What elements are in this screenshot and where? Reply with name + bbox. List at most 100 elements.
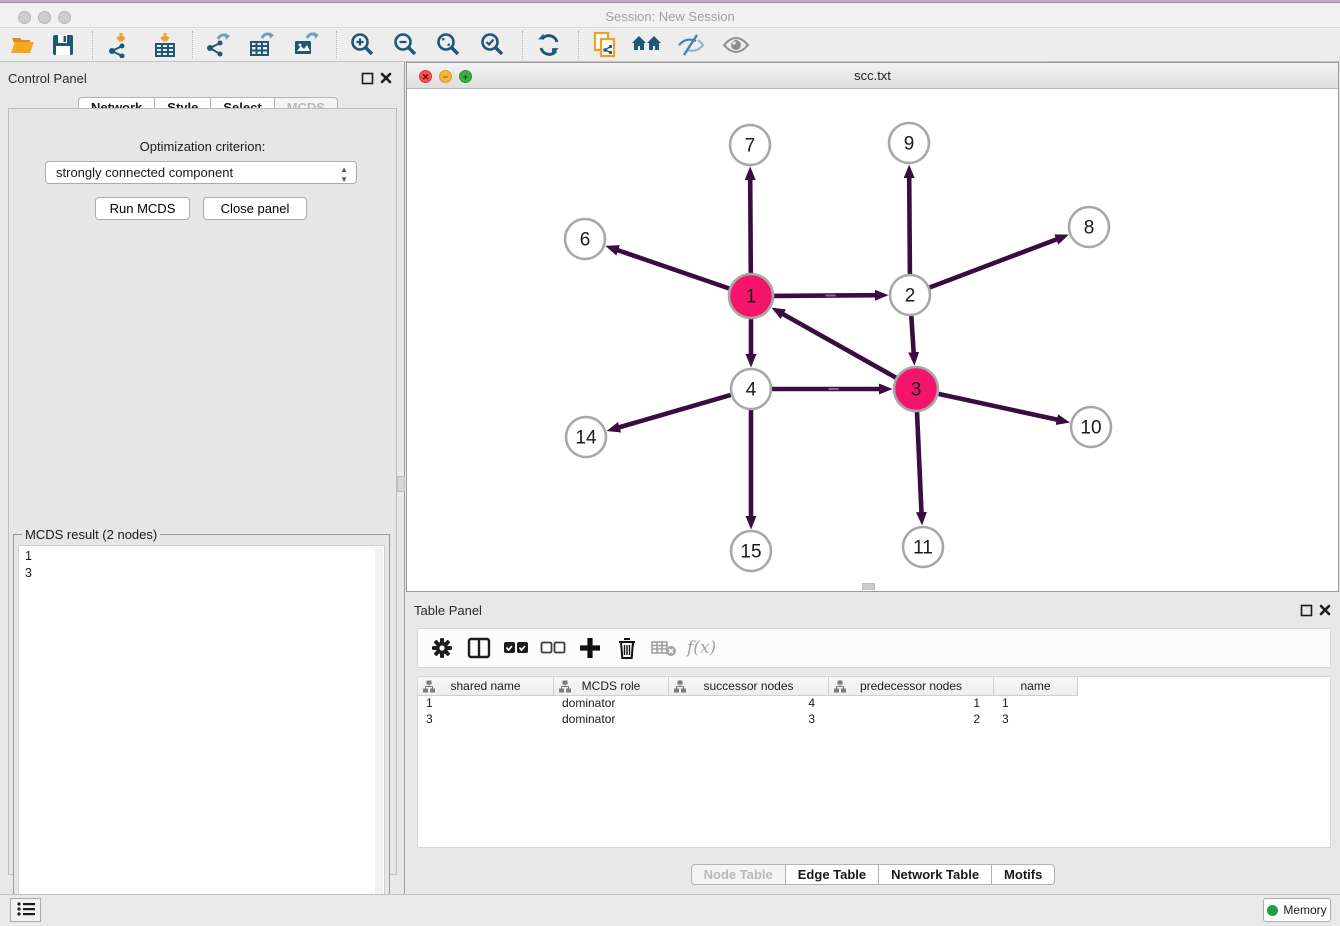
optimization-criterion-label: Optimization criterion: (9, 139, 396, 154)
network-window-titlebar: ✕ − + scc.txt (407, 63, 1338, 89)
zoom-in-icon[interactable] (347, 31, 377, 59)
first-neighbors-icon[interactable] (632, 31, 662, 59)
edge-1-2[interactable] (774, 295, 876, 296)
edge-3-1[interactable] (782, 314, 896, 378)
svg-text:15: 15 (740, 542, 761, 563)
columns-icon[interactable] (465, 635, 493, 661)
splitter-handle[interactable] (862, 583, 875, 590)
list-icon (16, 900, 36, 921)
mcds-result-text[interactable]: 1 3 (18, 545, 385, 907)
network-canvas: 1 2 3 4 6 7 8 9 10 11 14 15 (407, 89, 1338, 591)
close-panel-button[interactable]: Close panel (203, 197, 307, 220)
tab-network-table[interactable]: Network Table (879, 864, 992, 885)
table-cell[interactable]: 1 (829, 696, 994, 712)
graph-node-7[interactable]: 7 (730, 125, 770, 165)
network-graph[interactable]: 1 2 3 4 6 7 8 9 10 11 14 15 (407, 89, 1338, 591)
graph-node-3[interactable]: 3 (894, 367, 938, 411)
edge-2-8[interactable] (930, 239, 1058, 287)
column-header-name[interactable]: name (994, 677, 1078, 696)
save-icon[interactable] (48, 31, 78, 59)
scrollbar[interactable] (375, 547, 383, 907)
zoom-out-icon[interactable] (390, 31, 420, 59)
show-all-icon[interactable] (721, 31, 751, 59)
import-table-icon[interactable] (150, 31, 180, 59)
export-image-icon[interactable] (290, 31, 320, 59)
export-network-icon[interactable] (202, 31, 232, 59)
zoom-selected-icon[interactable] (477, 31, 507, 59)
plus-icon[interactable] (576, 635, 604, 661)
table-row[interactable]: 3dominator323 (418, 712, 1078, 728)
tab-edge-table[interactable]: Edge Table (786, 864, 879, 885)
edge-3-10[interactable] (939, 394, 1058, 420)
table-cell[interactable]: 4 (669, 696, 829, 712)
toolbar-separator (578, 31, 579, 59)
edge-2-9[interactable] (909, 177, 910, 274)
graph-node-9[interactable]: 9 (889, 123, 929, 163)
tab-motifs[interactable]: Motifs (992, 864, 1055, 885)
graph-node-1[interactable]: 1 (729, 274, 773, 318)
graph-node-15[interactable]: 15 (731, 531, 771, 571)
column-header-successor-nodes[interactable]: successor nodes (669, 677, 829, 696)
control-panel: Control Panel NetworkStyleSelectMCDS Opt… (0, 62, 405, 894)
graph-node-11[interactable]: 11 (903, 527, 943, 567)
table-cell[interactable]: 3 (669, 712, 829, 728)
tab-node-table[interactable]: Node Table (691, 864, 786, 885)
open-folder-icon[interactable] (8, 31, 38, 59)
clone-network-icon[interactable] (590, 31, 620, 59)
edge-2-3[interactable] (911, 316, 913, 353)
float-panel-icon[interactable] (1299, 603, 1313, 617)
export-table-icon[interactable] (246, 31, 276, 59)
trash-icon[interactable] (613, 635, 641, 661)
optimization-criterion-select[interactable]: strongly connected component ▲▼ (45, 161, 357, 184)
table-cell[interactable]: 3 (418, 712, 554, 728)
table-header-row: shared nameMCDS rolesuccessor nodesprede… (418, 677, 1078, 696)
graph-node-14[interactable]: 14 (566, 417, 606, 457)
panel-splitter-handle[interactable] (397, 476, 405, 492)
edge-4-14[interactable] (619, 395, 731, 428)
import-network-icon[interactable] (104, 31, 134, 59)
network-window-title: scc.txt (407, 68, 1338, 83)
mcds-panel: Optimization criterion: strongly connect… (8, 108, 397, 875)
table-cell[interactable]: 1 (994, 696, 1078, 712)
dropdown-value: strongly connected component (56, 165, 233, 180)
table-row[interactable]: 1dominator411 (418, 696, 1078, 712)
column-header-shared-name[interactable]: shared name (418, 677, 554, 696)
edge-3-11[interactable] (917, 412, 922, 513)
edge-1-6[interactable] (617, 250, 729, 289)
graph-node-6[interactable]: 6 (565, 219, 605, 259)
checked-boxes-icon[interactable] (502, 635, 530, 661)
memory-button[interactable]: Memory (1263, 898, 1331, 922)
unchecked-boxes-icon[interactable] (539, 635, 567, 661)
graph-node-4[interactable]: 4 (731, 369, 771, 409)
column-header-predecessor-nodes[interactable]: predecessor nodes (829, 677, 994, 696)
window-top-edge (0, 0, 1340, 3)
status-bar: Memory (0, 894, 1340, 926)
hide-selected-icon[interactable] (676, 31, 706, 59)
toolbar-separator (336, 31, 337, 59)
float-panel-icon[interactable] (360, 71, 374, 85)
close-panel-icon[interactable] (379, 71, 393, 85)
edge-1-7[interactable] (750, 179, 751, 273)
task-history-button[interactable] (10, 898, 41, 922)
svg-text:6: 6 (580, 230, 591, 251)
table-cell[interactable]: dominator (554, 712, 669, 728)
table-cell[interactable]: 2 (829, 712, 994, 728)
refresh-icon[interactable] (534, 31, 564, 59)
graph-node-10[interactable]: 10 (1071, 407, 1111, 447)
graph-node-2[interactable]: 2 (890, 275, 930, 315)
column-header-MCDS-role[interactable]: MCDS role (554, 677, 669, 696)
table-cell[interactable]: 1 (418, 696, 554, 712)
gear-icon[interactable] (428, 635, 456, 661)
table-cell[interactable]: 3 (994, 712, 1078, 728)
svg-text:14: 14 (575, 428, 597, 449)
run-mcds-button[interactable]: Run MCDS (95, 197, 190, 220)
memory-label: Memory (1283, 903, 1326, 917)
graph-node-8[interactable]: 8 (1069, 207, 1109, 247)
zoom-fit-icon[interactable] (433, 31, 463, 59)
table-cell[interactable]: dominator (554, 696, 669, 712)
close-panel-icon[interactable] (1318, 603, 1332, 617)
toolbar-separator (192, 31, 193, 59)
svg-text:1: 1 (746, 287, 757, 308)
svg-text:3: 3 (911, 380, 922, 401)
main-toolbar (0, 28, 1340, 62)
